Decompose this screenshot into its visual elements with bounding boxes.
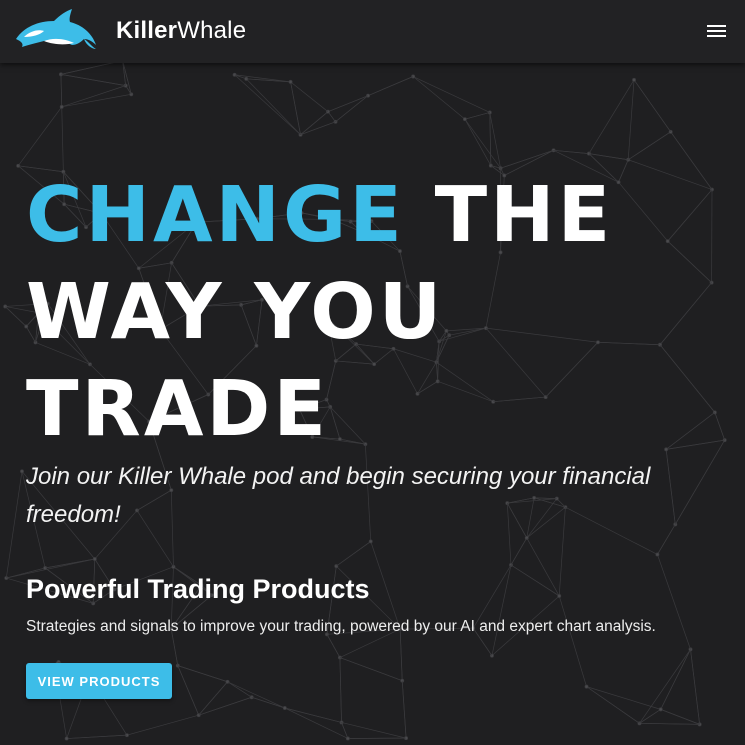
network-line: [367, 76, 414, 96]
network-line: [61, 93, 132, 108]
network-line: [690, 649, 700, 725]
network-line: [491, 564, 512, 656]
network-line: [227, 681, 252, 698]
network-line: [464, 112, 490, 120]
products-description: Strategies and signals to improve your t…: [26, 618, 656, 635]
network-line: [300, 121, 336, 136]
network-line: [61, 85, 126, 108]
network-node: [658, 707, 663, 712]
network-line: [412, 76, 490, 113]
network-line: [251, 696, 285, 709]
navbar: KillerWhale: [0, 0, 745, 63]
network-line: [627, 79, 635, 160]
brand-name-bold: Killer: [116, 17, 178, 44]
network-line: [60, 74, 126, 86]
network-line: [227, 681, 285, 709]
network-line: [639, 649, 691, 724]
network-line: [489, 112, 501, 169]
network-line: [628, 131, 671, 161]
network-line: [558, 595, 587, 687]
menu-line: [706, 30, 726, 32]
network-line: [177, 665, 228, 683]
network-line: [5, 471, 23, 579]
network-line: [464, 118, 492, 166]
network-node: [462, 117, 467, 122]
network-line: [290, 81, 329, 112]
network-node: [557, 594, 562, 598]
network-line: [66, 734, 127, 739]
hamburger-icon[interactable]: [703, 18, 729, 44]
network-line: [639, 722, 700, 725]
network-line: [633, 79, 671, 133]
network-line: [489, 112, 492, 166]
network-node: [20, 469, 24, 474]
network-line: [660, 709, 700, 725]
headline-line2: WAY YOU: [26, 268, 445, 357]
hero-tagline: Join our Killer Whale pod and begin secu…: [26, 463, 651, 528]
network-node: [655, 552, 660, 557]
network-line: [586, 686, 640, 724]
network-line: [17, 106, 63, 167]
network-line: [177, 665, 200, 716]
network-line: [335, 95, 369, 123]
network-node: [64, 736, 69, 741]
network-line: [122, 60, 127, 86]
network-line: [401, 680, 407, 739]
headline-accent-word: CHANGE: [26, 171, 405, 260]
network-line: [58, 694, 67, 739]
network-line: [327, 95, 369, 113]
headline-line1-rest: THE: [404, 171, 614, 260]
products-title: Powerful Trading Products: [26, 574, 370, 604]
network-line: [341, 722, 407, 739]
network-line: [336, 541, 371, 567]
network-node: [232, 72, 237, 77]
network-line: [246, 78, 301, 135]
network-line: [464, 118, 501, 169]
network-line: [300, 111, 329, 135]
network-node: [345, 736, 350, 741]
network-line: [639, 709, 661, 724]
headline-line3: TRADE: [26, 365, 329, 454]
network-line: [412, 76, 466, 120]
orca-icon[interactable]: [14, 7, 98, 51]
network-line: [510, 537, 528, 566]
network-line: [526, 537, 560, 597]
network-line: [510, 564, 560, 597]
network-node: [59, 104, 64, 109]
network-node: [368, 539, 373, 544]
network-line: [339, 657, 403, 681]
network-line: [586, 686, 661, 710]
network-line: [126, 714, 199, 736]
network-line: [660, 649, 691, 710]
view-products-button[interactable]: VIEW PRODUCTS: [26, 663, 172, 699]
network-line: [122, 60, 132, 95]
network-line: [60, 74, 63, 107]
network-line: [284, 707, 349, 739]
brand-name-light: Whale: [177, 17, 247, 44]
network-line: [284, 707, 342, 723]
network-line: [588, 79, 635, 154]
network-line: [500, 149, 554, 169]
network-line: [234, 74, 291, 83]
network-node: [92, 557, 97, 561]
network-line: [45, 558, 95, 569]
network-node: [288, 79, 293, 84]
network-line: [326, 634, 341, 658]
network-node: [632, 77, 636, 82]
menu-line: [706, 25, 726, 27]
hero-headline: CHANGE THE WAY YOU TRADE: [26, 167, 726, 458]
network-line: [339, 657, 342, 723]
brand-name[interactable]: KillerWhale: [116, 17, 246, 45]
network-line: [370, 541, 401, 630]
network-node: [584, 684, 589, 689]
network-line: [4, 306, 27, 327]
network-line: [61, 106, 64, 172]
menu-line: [706, 35, 726, 37]
network-node: [282, 706, 287, 710]
